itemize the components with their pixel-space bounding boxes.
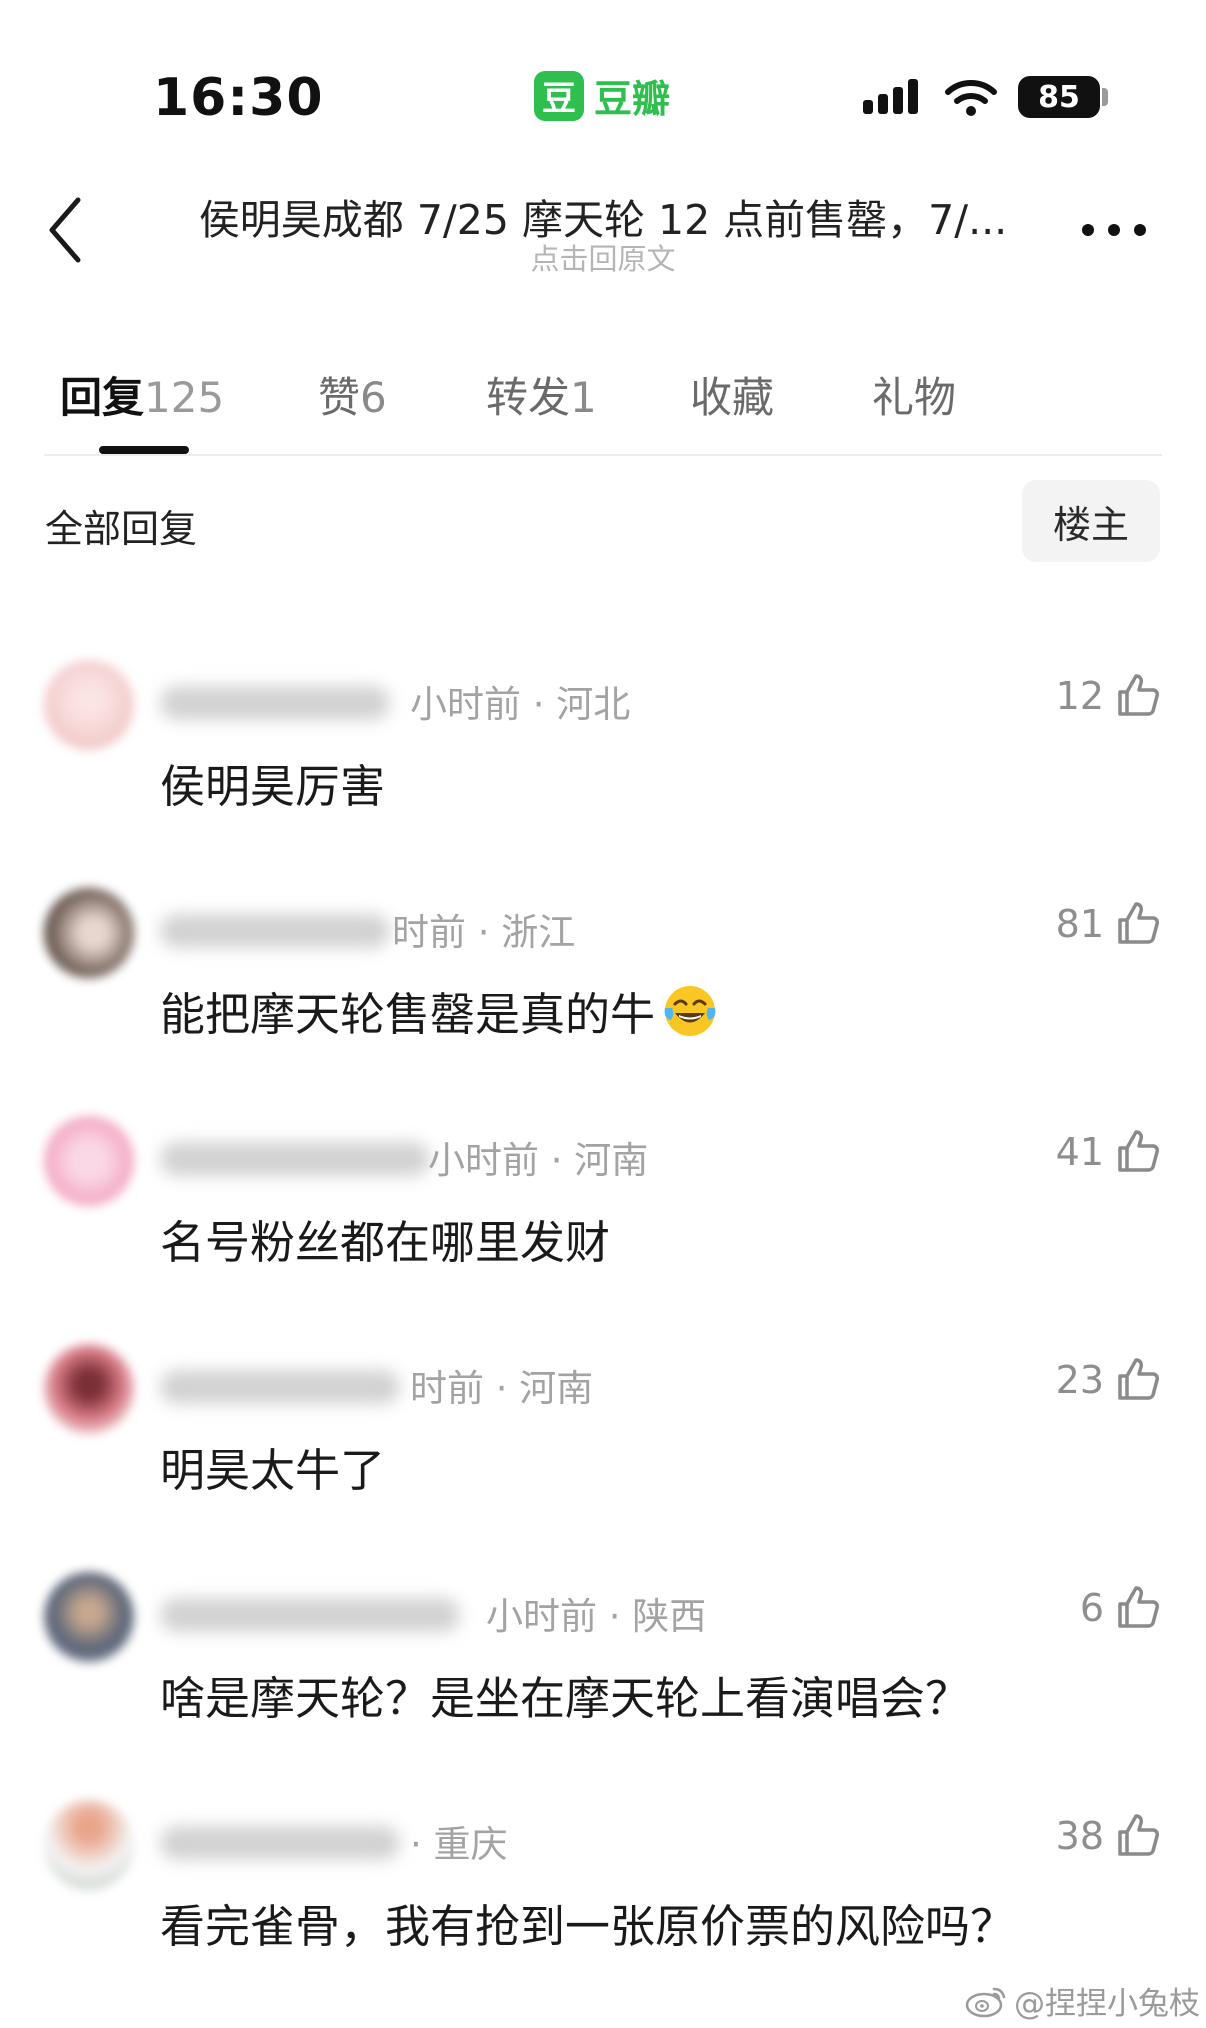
comment-meta: · 重庆 [410, 1823, 508, 1866]
comment-text: 看完雀骨，我有抢到一张原价票的风险吗？ [160, 1900, 1016, 1953]
active-tab-indicator [99, 446, 189, 454]
nav-header: 侯明昊成都 7/25 摩天轮 12 点前售罄，7/... 点击回原文 [0, 170, 1206, 290]
comment-meta: 时前 · 河南 [410, 1367, 594, 1410]
tab-reposts[interactable]: 转发1 [486, 364, 597, 425]
tab-gifts[interactable]: 礼物 [872, 364, 956, 425]
like-count: 6 [1079, 1586, 1104, 1630]
comment-item: 时前 · 浙江 能把摩天轮售罄是真的牛 81 [0, 888, 1206, 1116]
status-bar: 16:30 豆 豆瓣 85 [0, 0, 1206, 160]
author-name-blurred [160, 686, 390, 720]
like-button[interactable]: 6 [1080, 1584, 1162, 1632]
douban-logo-icon: 豆 [534, 70, 584, 121]
comment-meta: 小时前 · 河南 [428, 1139, 649, 1182]
like-button[interactable]: 23 [1056, 1356, 1162, 1404]
avatar[interactable] [44, 1572, 134, 1662]
tab-favorites[interactable]: 收藏 [690, 364, 774, 425]
like-button[interactable]: 38 [1056, 1812, 1162, 1860]
author-name-blurred [160, 1598, 460, 1632]
avatar[interactable] [44, 1344, 134, 1434]
thumbs-up-icon [1118, 1130, 1159, 1172]
avatar[interactable] [44, 1116, 134, 1206]
cellular-signal-icon [863, 79, 918, 114]
comment-meta: 小时前 · 河北 [410, 683, 631, 726]
wifi-icon [945, 80, 997, 116]
like-count: 41 [1055, 1130, 1104, 1174]
tab-bar: 回复125 赞6 转发1 收藏 礼物 [0, 350, 1206, 456]
comment-text: 侯明昊厉害 [160, 760, 386, 813]
like-button[interactable]: 41 [1056, 1128, 1162, 1176]
divider [44, 454, 1162, 456]
avatar[interactable] [44, 888, 134, 978]
author-name-blurred [160, 1370, 400, 1404]
weibo-icon [965, 1987, 1006, 2017]
comment-item: 小时前 · 河南 名号粉丝都在哪里发财 41 [0, 1116, 1206, 1344]
like-count: 12 [1055, 674, 1104, 718]
like-count: 81 [1055, 902, 1104, 946]
author-name-blurred [160, 1142, 430, 1176]
comment-text: 明昊太牛了 [160, 1444, 386, 1497]
comment-meta: 时前 · 浙江 [392, 911, 576, 954]
avatar[interactable] [44, 1800, 134, 1890]
app-name: 豆瓣 [594, 77, 671, 121]
avatar[interactable] [44, 660, 134, 750]
thumbs-up-icon [1118, 674, 1159, 716]
comment-item: 小时前 · 陕西 啥是摩天轮？是坐在摩天轮上看演唱会？ 6 [0, 1572, 1206, 1800]
author-name-blurred [160, 1826, 400, 1860]
tab-replies[interactable]: 回复125 [60, 364, 224, 425]
back-to-original-link[interactable]: 点击回原文 [140, 236, 1066, 278]
tears-of-joy-emoji-icon [664, 986, 716, 1036]
thumbs-up-icon [1118, 902, 1159, 944]
comment-meta: 小时前 · 陕西 [486, 1595, 707, 1638]
status-time: 16:30 [153, 68, 324, 128]
thumbs-up-icon [1118, 1586, 1159, 1628]
comment-item: 小时前 · 河北 侯明昊厉害 12 [0, 660, 1206, 888]
battery-tip [1102, 88, 1108, 106]
more-horizontal-icon[interactable] [1078, 210, 1150, 250]
op-only-button[interactable]: 楼主 [1022, 480, 1160, 562]
filter-row: 全部回复 楼主 [0, 478, 1206, 564]
comment-text: 啥是摩天轮？是坐在摩天轮上看演唱会？ [160, 1672, 971, 1725]
like-button[interactable]: 12 [1056, 672, 1162, 720]
comment-item: 时前 · 河南 明昊太牛了 23 [0, 1344, 1206, 1572]
like-button[interactable]: 81 [1056, 900, 1162, 948]
chevron-left-icon[interactable] [42, 194, 90, 266]
like-count: 23 [1055, 1358, 1104, 1402]
like-count: 38 [1055, 1814, 1104, 1858]
thumbs-up-icon [1118, 1358, 1159, 1400]
comment-text: 能把摩天轮售罄是真的牛 [160, 978, 719, 1043]
tab-likes[interactable]: 赞6 [318, 364, 387, 425]
app-badge: 豆 豆瓣 [534, 68, 670, 123]
author-name-blurred [160, 914, 390, 948]
battery-indicator: 85 [1018, 76, 1100, 118]
thumbs-up-icon [1118, 1814, 1159, 1856]
watermark-text: @捏捏小兔枝 [1014, 1986, 1200, 2022]
all-replies-label: 全部回复 [45, 507, 198, 551]
comment-text: 名号粉丝都在哪里发财 [160, 1216, 611, 1269]
watermark: @捏捏小兔枝 [964, 1978, 1200, 2023]
